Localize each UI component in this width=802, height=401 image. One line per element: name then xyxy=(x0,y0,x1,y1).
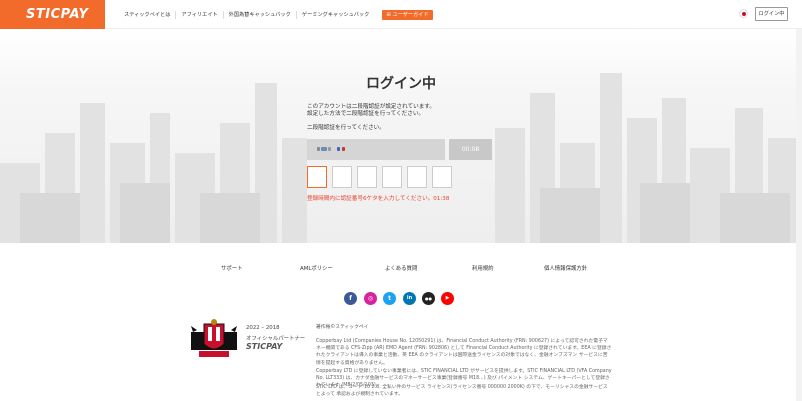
nav-item-affiliate[interactable]: アフィリエイト xyxy=(175,10,222,19)
main-nav: スティックペイとは アフィリエイト 外国為替キャッシュバック ゲーミングキャッシ… xyxy=(124,0,433,29)
nav-item-fx-cashback[interactable]: 外国為替キャッシュバック xyxy=(222,10,296,19)
flickr-icon[interactable]: ●● xyxy=(422,292,435,305)
footer-link-support[interactable]: サポート xyxy=(221,264,243,272)
user-guide-button[interactable]: ⊞ ユーザーガイド xyxy=(382,9,433,20)
footer-links: サポート AMLポリシー よくある質問 利用規約 個人情報保護方針 xyxy=(0,264,802,274)
linkedin-icon[interactable]: in xyxy=(403,292,416,305)
nav-item-gaming-cashback[interactable]: ゲーミングキャッシュバック xyxy=(295,10,374,19)
top-header: STICPAY スティックペイとは アフィリエイト 外国為替キャッシュバック ゲ… xyxy=(0,0,802,29)
two-factor-instruction: 二段階認証を行ってください。 xyxy=(307,125,385,131)
user-guide-label: ユーザーガイド xyxy=(392,11,429,18)
footer-link-terms[interactable]: 利用規約 xyxy=(472,264,494,272)
copyright-text: 著作権©スティックペイ xyxy=(316,325,369,330)
twitter-icon[interactable]: t xyxy=(383,292,396,305)
facebook-icon[interactable]: f xyxy=(344,292,357,305)
code-timeout-warning: 登録時間内に認証番号6ケタを入力してください。01:38 xyxy=(307,196,450,202)
two-factor-notice-line2: 設定した方法で二段階認証を行ってください。 xyxy=(307,111,425,117)
nav-item-about[interactable]: スティックペイとは xyxy=(124,11,175,19)
code-digit-input[interactable] xyxy=(407,166,427,188)
two-factor-notice-line1: このアカウントは二段階認証が設定されています。 xyxy=(307,104,435,110)
code-digit-input[interactable] xyxy=(307,166,327,188)
sunderland-crest-icon xyxy=(191,319,237,357)
resend-timer-button[interactable]: 00:08 xyxy=(449,139,492,160)
legal-text-stic-ltd: STIC LTD は、コード 10 2.8. 全私い件のサービス ライセンス(ラ… xyxy=(316,385,608,398)
page-scrollbar[interactable] xyxy=(796,29,802,401)
page-title: ログイン中 xyxy=(366,76,436,92)
masked-phone-value xyxy=(317,147,345,152)
instagram-icon[interactable]: ◎ xyxy=(364,292,377,305)
page: STICPAY スティックペイとは アフィリエイト 外国為替キャッシュバック ゲ… xyxy=(0,0,802,401)
japan-flag-icon[interactable] xyxy=(739,9,748,18)
footer-link-privacy[interactable]: 個人情報保護方針 xyxy=(544,264,587,272)
sticpay-logo[interactable]: STICPAY xyxy=(0,0,105,29)
code-digit-input[interactable] xyxy=(432,166,452,188)
legal-text-copperbay: Copperbay Ltd (Companies House No. 12050… xyxy=(316,339,612,366)
footer-brand: STICPAY xyxy=(246,342,283,351)
code-digit-input[interactable] xyxy=(382,166,402,188)
footer-link-aml[interactable]: AMLポリシー xyxy=(300,264,333,272)
code-digit-input[interactable] xyxy=(332,166,352,188)
code-digit-input[interactable] xyxy=(357,166,377,188)
footer-link-faq[interactable]: よくある質問 xyxy=(385,264,417,272)
official-partner-label: オフィシャルパートナー xyxy=(246,336,306,342)
login-button[interactable]: ログイン中 xyxy=(755,7,788,21)
login-hero: ログイン中 このアカウントは二段階認証が設定されています。 設定した方法で二段階… xyxy=(0,29,802,243)
youtube-icon[interactable]: ▶ xyxy=(441,292,454,305)
partnership-years: 2022 – 2018 xyxy=(246,325,280,331)
masked-phone-field xyxy=(307,139,445,160)
flag-dot xyxy=(742,12,746,16)
